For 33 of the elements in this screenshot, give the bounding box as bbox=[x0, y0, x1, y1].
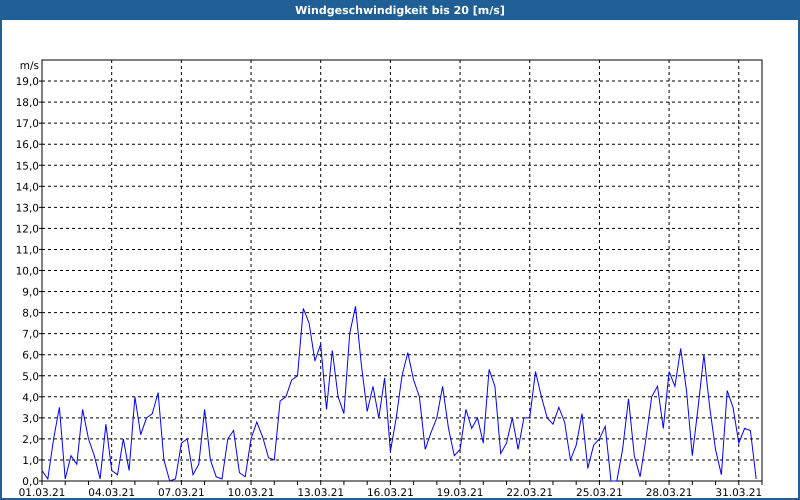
window-title: Windgeschwindigkeit bis 20 [m/s] bbox=[295, 4, 505, 16]
y-tick-label: 3,0 bbox=[22, 412, 39, 425]
x-tick-label: 19.03.21 bbox=[436, 487, 484, 498]
y-axis-label: m/s bbox=[20, 60, 39, 72]
y-tick-label: 1,0 bbox=[22, 454, 39, 467]
x-tick-label: 13.03.21 bbox=[297, 487, 344, 498]
x-tick-label: 10.03.21 bbox=[228, 487, 274, 498]
y-tick-label: 8,0 bbox=[22, 308, 39, 320]
y-tick-label: 4,0 bbox=[22, 392, 39, 404]
y-tick-label: 16,0 bbox=[16, 139, 39, 152]
y-tick-label: 7,0 bbox=[22, 328, 39, 341]
y-tick-label: 0,0 bbox=[22, 476, 39, 488]
x-tick-label: 16.03.21 bbox=[367, 487, 414, 498]
y-tick-label: 2,0 bbox=[22, 434, 39, 446]
y-tick-label: 19,0 bbox=[16, 76, 39, 88]
y-tick-label: 17,0 bbox=[16, 118, 39, 130]
x-tick-label: 28.03.21 bbox=[646, 487, 692, 498]
y-tick-label: 14,0 bbox=[16, 181, 39, 194]
y-tick-label: 9,0 bbox=[22, 286, 39, 299]
y-tick-label: 10,0 bbox=[16, 266, 39, 278]
y-tick-label: 11,0 bbox=[16, 244, 39, 256]
y-tick-label: 6,0 bbox=[22, 350, 39, 362]
x-tick-label: 04.03.21 bbox=[88, 487, 136, 498]
y-tick-label: 15,0 bbox=[16, 160, 39, 172]
x-tick-label: 22.03.21 bbox=[506, 487, 554, 498]
y-tick-label: 13,0 bbox=[16, 202, 39, 214]
y-tick-label: 18,0 bbox=[16, 97, 39, 110]
x-tick-label: 25.03.21 bbox=[576, 487, 623, 498]
y-tick-label: 5,0 bbox=[22, 370, 39, 383]
x-tick-label: 01.03.21 bbox=[18, 487, 66, 498]
x-tick-label: 31.03.21 bbox=[715, 487, 762, 498]
x-tick-label: 07.03.21 bbox=[158, 487, 205, 498]
y-tick-label: 12,0 bbox=[16, 223, 39, 236]
